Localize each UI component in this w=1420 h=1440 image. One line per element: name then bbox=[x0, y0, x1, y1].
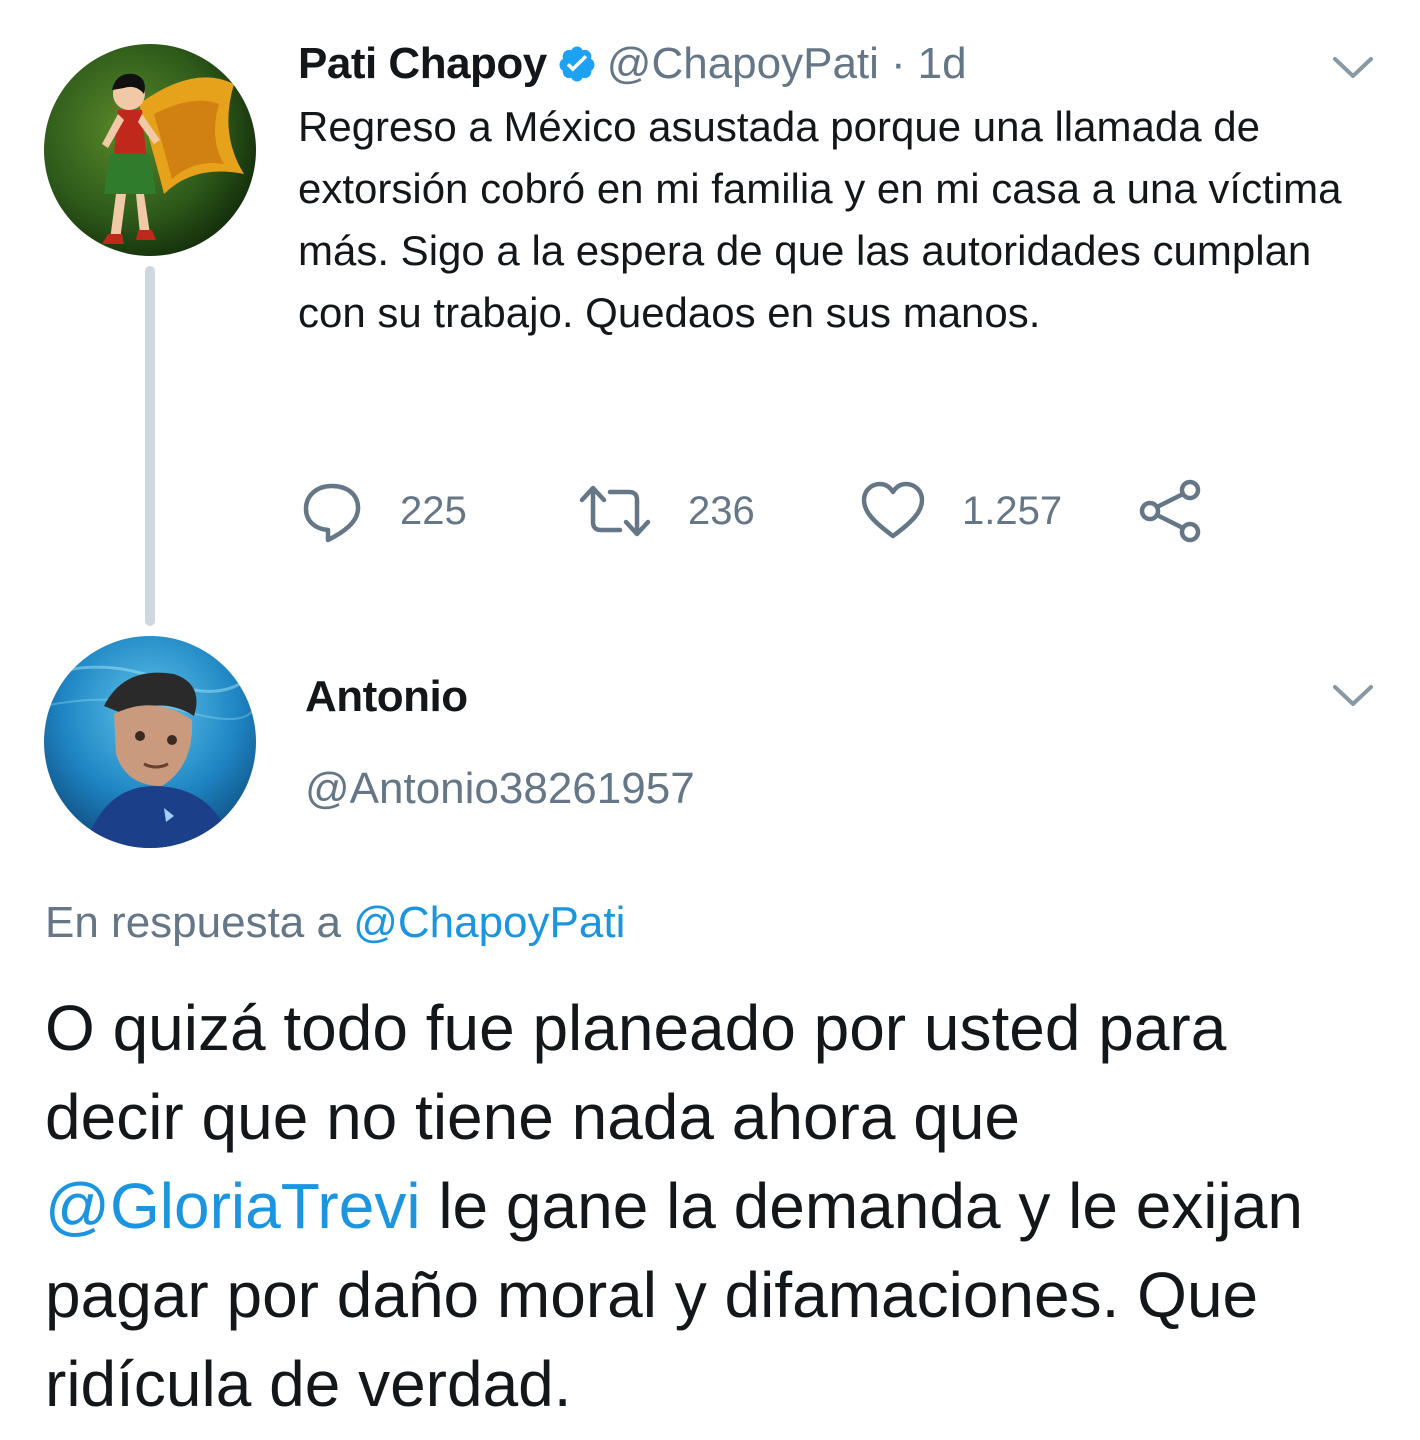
like-button[interactable]: 1.257 bbox=[860, 478, 1062, 544]
author-display-name[interactable]: Pati Chapoy bbox=[298, 39, 547, 89]
chevron-down-icon[interactable] bbox=[1330, 680, 1376, 710]
retweet-icon bbox=[579, 485, 651, 537]
tweet-actions-bar: 225 236 1.257 bbox=[300, 478, 1220, 544]
like-count: 1.257 bbox=[962, 488, 1063, 533]
avatar-pati-chapoy[interactable] bbox=[44, 44, 256, 256]
cartoon-heroine-avatar-image bbox=[44, 44, 256, 256]
retweet-count: 236 bbox=[688, 488, 755, 533]
reply-text: O quizá todo fue planeado por usted para… bbox=[45, 984, 1375, 1429]
retweet-button[interactable]: 236 bbox=[578, 478, 755, 544]
reply-context: En respuesta a @ChapoyPati bbox=[45, 898, 625, 948]
reply-to-mention-link[interactable]: @ChapoyPati bbox=[353, 898, 625, 947]
reply-count: 225 bbox=[400, 488, 467, 533]
mention-link[interactable]: @GloriaTrevi bbox=[45, 1170, 421, 1242]
share-button[interactable] bbox=[1138, 478, 1204, 544]
reply-text-part-1: O quizá todo fue planeado por usted para… bbox=[45, 992, 1227, 1153]
share-icon bbox=[1139, 479, 1201, 543]
reply-author-handle[interactable]: @Antonio38261957 bbox=[305, 764, 695, 814]
chevron-down-icon[interactable] bbox=[1330, 52, 1376, 82]
tweet-header: Pati Chapoy @ChapoyPati · 1d bbox=[298, 38, 967, 90]
avatar-antonio[interactable] bbox=[44, 636, 256, 848]
author-handle[interactable]: @ChapoyPati bbox=[607, 39, 879, 89]
tweet-text: Regreso a México asustada porque una lla… bbox=[298, 103, 1342, 336]
separator-dot: · bbox=[890, 39, 906, 88]
tweet-timestamp[interactable]: 1d bbox=[918, 39, 967, 89]
verified-badge-icon bbox=[557, 44, 597, 84]
underwater-portrait-avatar-image bbox=[44, 636, 256, 848]
reply-icon bbox=[303, 483, 361, 543]
reply-author-display-name[interactable]: Antonio bbox=[305, 672, 468, 722]
reply-context-prefix: En respuesta a bbox=[45, 898, 341, 947]
reply-button[interactable]: 225 bbox=[300, 478, 467, 544]
heart-icon bbox=[861, 481, 925, 539]
thread-connector-line bbox=[145, 266, 155, 626]
